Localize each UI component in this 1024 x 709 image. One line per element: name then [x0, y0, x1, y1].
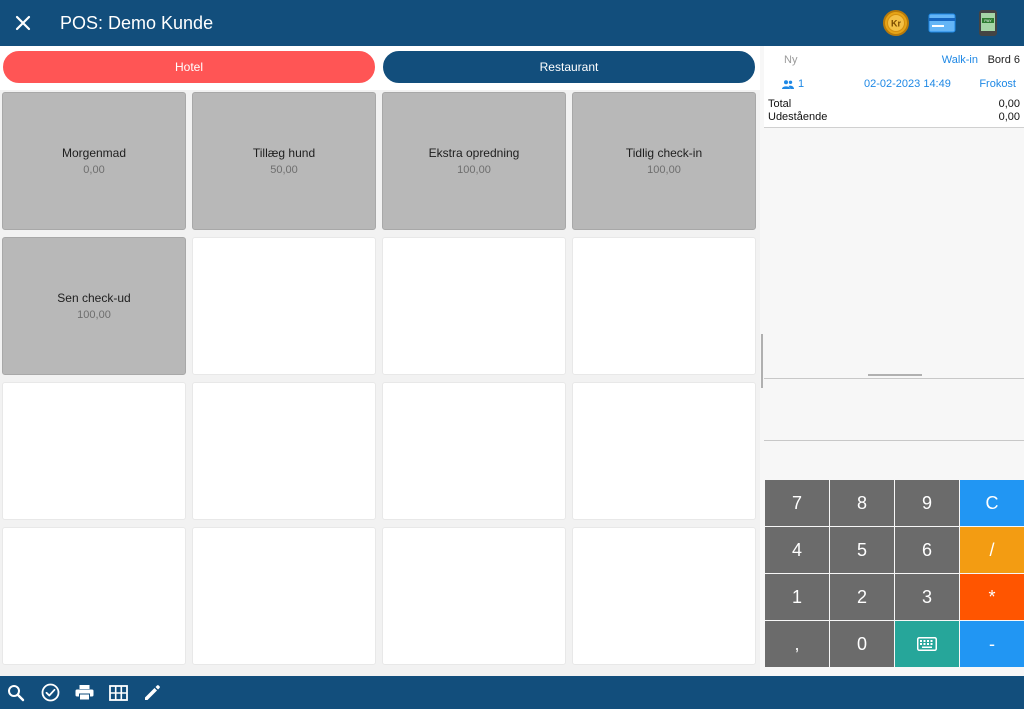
product-name: Tillæg hund	[252, 146, 316, 160]
table-label[interactable]: Bord 6	[988, 54, 1020, 66]
total-label: Total	[768, 98, 792, 110]
product-tile-tillaeg-hund[interactable]: Tillæg hund 50,00	[192, 92, 376, 230]
coin-kr-icon: Kr	[883, 10, 909, 36]
amount-display	[764, 379, 1024, 439]
product-panel: Hotel Restaurant Morgenmad 0,00 Tillæg h…	[0, 46, 760, 676]
print-button[interactable]	[74, 683, 94, 703]
product-name: Morgenmad	[61, 146, 127, 160]
check-circle-icon	[41, 683, 59, 702]
print-icon	[75, 685, 93, 701]
keyboard-button[interactable]	[895, 621, 959, 667]
empty-product-slot	[2, 382, 186, 520]
guest-count-value: 1	[798, 78, 805, 90]
key-7[interactable]: 7	[765, 480, 829, 526]
key-minus[interactable]: -	[960, 621, 1024, 667]
search-button[interactable]	[6, 683, 26, 703]
key-3[interactable]: 3	[895, 574, 959, 620]
order-panel: Ny Walk-in Bord 6 1 02-02-2023 14:49 Fro…	[760, 46, 1024, 676]
confirm-button[interactable]	[40, 683, 60, 703]
key-5[interactable]: 5	[830, 527, 894, 573]
order-status: Ny	[784, 54, 798, 66]
product-price: 100,00	[457, 164, 491, 176]
credit-card-icon	[928, 13, 956, 33]
key-1[interactable]: 1	[765, 574, 829, 620]
product-price: 100,00	[647, 164, 681, 176]
key-multiply[interactable]: *	[960, 574, 1024, 620]
outstanding-label: Udestående	[768, 111, 828, 123]
svg-text:Kr: Kr	[891, 19, 901, 29]
product-grid: Morgenmad 0,00 Tillæg hund 50,00 Ekstra …	[0, 92, 760, 676]
category-tabs: Hotel Restaurant	[0, 46, 760, 90]
table-map-button[interactable]	[108, 683, 128, 703]
mobile-payment-button[interactable]: PAY	[974, 9, 1002, 37]
empty-product-slot	[382, 237, 566, 375]
edit-icon	[145, 684, 160, 700]
product-tile-ekstra-opredning[interactable]: Ekstra opredning 100,00	[382, 92, 566, 230]
meal-period[interactable]: Frokost	[979, 78, 1016, 90]
empty-product-slot	[192, 382, 376, 520]
product-name: Ekstra opredning	[428, 146, 520, 160]
edit-button[interactable]	[142, 683, 162, 703]
numeric-keypad: 7 8 9 C 4 5 6 / 1 2 3 * , 0 -	[765, 480, 1024, 670]
mobile-pay-icon: PAY	[979, 10, 997, 36]
product-name: Sen check-ud	[57, 291, 131, 305]
key-0[interactable]: 0	[830, 621, 894, 667]
empty-product-slot	[572, 527, 756, 665]
top-bar: POS: Demo Kunde Kr PAY	[0, 0, 1024, 46]
close-icon	[15, 15, 31, 31]
empty-product-slot	[572, 237, 756, 375]
key-8[interactable]: 8	[830, 480, 894, 526]
grid-icon	[108, 684, 128, 701]
tab-label: Hotel	[174, 60, 203, 74]
order-line-list[interactable]	[764, 128, 1024, 378]
cash-payment-button[interactable]: Kr	[882, 9, 910, 37]
key-2[interactable]: 2	[830, 574, 894, 620]
close-button[interactable]	[0, 0, 46, 46]
bottom-toolbar	[0, 676, 1024, 709]
product-tile-morgenmad[interactable]: Morgenmad 0,00	[2, 92, 186, 230]
panel-drag-handle[interactable]	[761, 334, 763, 388]
order-header: Ny Walk-in Bord 6 1 02-02-2023 14:49 Fro…	[764, 46, 1024, 128]
key-6[interactable]: 6	[895, 527, 959, 573]
search-icon	[8, 684, 25, 701]
empty-product-slot	[2, 527, 186, 665]
empty-product-slot	[382, 527, 566, 665]
product-tile-sen-check-ud[interactable]: Sen check-ud 100,00	[2, 237, 186, 375]
outstanding-value: 0,00	[998, 111, 1020, 123]
payment-methods: Kr PAY	[882, 0, 1002, 46]
empty-product-slot	[192, 527, 376, 665]
order-datetime[interactable]: 02-02-2023 14:49	[864, 78, 951, 90]
key-clear[interactable]: C	[960, 480, 1024, 526]
tab-hotel[interactable]: Hotel	[3, 51, 375, 83]
product-tile-tidlig-check-in[interactable]: Tidlig check-in 100,00	[572, 92, 756, 230]
product-name: Tidlig check-in	[625, 146, 703, 160]
product-price: 50,00	[270, 164, 298, 176]
key-comma[interactable]: ,	[765, 621, 829, 667]
page-title: POS: Demo Kunde	[60, 12, 214, 33]
tab-label: Restaurant	[539, 60, 599, 74]
customer-type-link[interactable]: Walk-in	[942, 54, 978, 66]
empty-product-slot	[572, 382, 756, 520]
order-totals: Total 0,00 Udestående 0,00	[768, 98, 1020, 124]
product-price: 0,00	[83, 164, 105, 176]
key-4[interactable]: 4	[765, 527, 829, 573]
empty-product-slot	[192, 237, 376, 375]
product-price: 100,00	[77, 309, 111, 321]
key-divide[interactable]: /	[960, 527, 1024, 573]
people-icon	[782, 79, 794, 89]
tab-restaurant[interactable]: Restaurant	[383, 51, 755, 83]
empty-product-slot	[382, 382, 566, 520]
resize-handle[interactable]	[868, 374, 922, 376]
card-payment-button[interactable]	[928, 9, 956, 37]
svg-text:PAY: PAY	[984, 18, 992, 23]
keyboard-icon	[917, 637, 937, 651]
key-9[interactable]: 9	[895, 480, 959, 526]
total-value: 0,00	[998, 98, 1020, 110]
divider	[764, 440, 1024, 441]
guest-count[interactable]: 1	[782, 78, 804, 90]
